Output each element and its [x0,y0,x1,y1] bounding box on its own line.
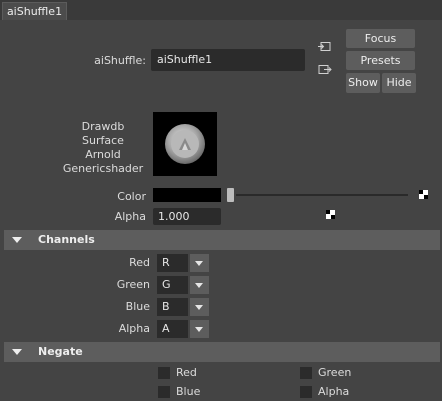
swatch-line-2: Surface [82,134,124,147]
tab-aishuffle1[interactable]: aiShuffle1 [2,2,67,20]
channel-red-value[interactable]: R [157,254,188,272]
negate-alpha-label: Alpha [318,385,350,398]
negate-red-checkbox[interactable] [158,367,170,379]
channel-alpha-label: Alpha [118,322,150,335]
swatch-line-1: Drawdb [81,120,125,133]
channel-blue-label: Blue [125,300,150,313]
swatch-type-label: Drawdb Surface Arnold Genericshader [56,120,150,176]
alpha-label: Alpha [114,210,146,223]
checker-map-icon[interactable] [419,190,428,199]
hide-button[interactable]: Hide [382,73,416,93]
show-button[interactable]: Show [346,73,380,93]
negate-blue-checkbox[interactable] [158,386,170,398]
channels-section-title: Channels [38,233,95,246]
chevron-down-icon[interactable] [190,320,209,338]
alpha-field[interactable]: 1.000 [153,208,221,225]
tab-bar: aiShuffle1 [0,0,442,20]
chevron-down-icon[interactable] [190,298,209,316]
triangle-down-icon [12,237,22,243]
output-connection-icon[interactable] [318,63,332,77]
channel-alpha-value[interactable]: A [157,320,188,338]
negate-blue-label: Blue [176,385,201,398]
attribute-editor-panel: aiShuffle: aiShuffle1 Focus Presets Show… [0,20,442,401]
channels-section-header[interactable]: Channels [4,230,440,250]
node-name-label: aiShuffle: [94,54,146,67]
focus-button[interactable]: Focus [346,29,415,48]
shader-ball-icon [165,124,205,164]
channel-red-label: Red [129,256,150,269]
shader-swatch[interactable] [153,112,217,176]
negate-red-label: Red [176,366,197,379]
presets-button[interactable]: Presets [346,51,415,70]
checker-map-icon[interactable] [326,210,335,219]
channel-red-dropdown[interactable]: R [157,254,209,272]
negate-green-label: Green [318,366,352,379]
color-label: Color [117,190,146,203]
color-slider-track[interactable] [236,194,408,196]
negate-alpha-checkbox[interactable] [300,386,312,398]
channel-blue-value[interactable]: B [157,298,188,316]
color-swatch[interactable] [153,188,221,202]
negate-section-title: Negate [38,345,83,358]
triangle-down-icon [12,349,22,355]
input-connection-icon[interactable] [318,40,332,54]
swatch-line-4: Genericshader [62,162,144,175]
channel-blue-dropdown[interactable]: B [157,298,209,316]
negate-green-checkbox[interactable] [300,367,312,379]
channel-green-label: Green [116,278,150,291]
swatch-line-3: Arnold [85,148,121,161]
chevron-down-icon[interactable] [190,276,209,294]
channel-green-dropdown[interactable]: G [157,276,209,294]
channel-alpha-dropdown[interactable]: A [157,320,209,338]
node-name-field[interactable]: aiShuffle1 [151,49,305,71]
negate-section-header[interactable]: Negate [4,342,440,362]
color-slider-handle[interactable] [227,188,234,202]
chevron-down-icon[interactable] [190,254,209,272]
channel-green-value[interactable]: G [157,276,188,294]
